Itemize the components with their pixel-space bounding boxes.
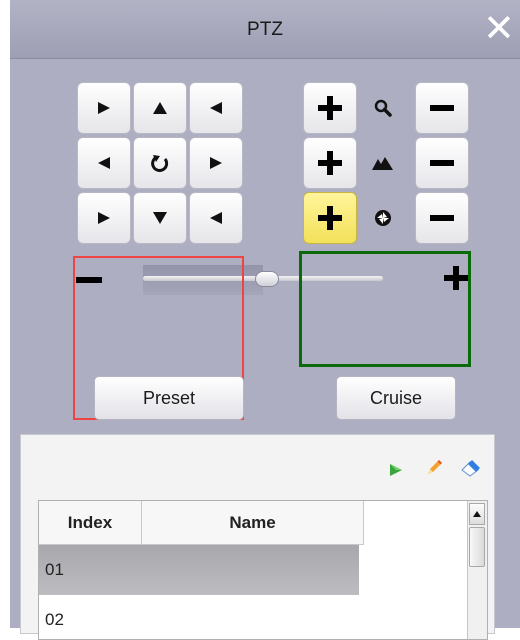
arrow-right-icon (210, 157, 222, 169)
iris-close-button[interactable] (415, 192, 469, 244)
focus-far-button[interactable] (415, 137, 469, 189)
column-header-name[interactable]: Name (142, 501, 364, 545)
table-row[interactable]: 01 (39, 545, 359, 595)
arrow-down-icon (153, 212, 167, 224)
arrow-up-left-icon (98, 102, 110, 114)
arrow-down-right-icon (210, 212, 222, 224)
title-bar: PTZ (10, 0, 520, 59)
focus-near-button[interactable] (303, 137, 357, 189)
arrow-left-icon (98, 157, 110, 169)
minus-icon (430, 160, 454, 166)
arrow-up-icon (153, 102, 167, 114)
plus-icon (318, 151, 342, 175)
arrow-up-right-icon (210, 102, 222, 114)
aperture-icon (358, 192, 408, 244)
arrow-down-left-icon (98, 212, 110, 224)
window-title: PTZ (247, 19, 283, 40)
zoom-out-button[interactable] (415, 82, 469, 134)
auto-rotate-button[interactable] (133, 137, 187, 189)
pan-up-left-button[interactable] (77, 82, 131, 134)
iris-open-button[interactable] (303, 192, 357, 244)
scroll-thumb[interactable] (469, 527, 485, 567)
pan-up-right-button[interactable] (189, 82, 243, 134)
green-annotation-box (299, 251, 471, 367)
rotate-icon (151, 155, 169, 172)
minus-icon (430, 105, 454, 111)
plus-icon (318, 96, 342, 120)
preset-tab-button[interactable]: Preset (94, 376, 244, 420)
row-index: 01 (45, 560, 64, 579)
preset-table: Index Name 01 02 (38, 500, 488, 640)
cruise-tab-button[interactable]: Cruise (336, 376, 456, 420)
pan-down-left-button[interactable] (77, 192, 131, 244)
arrow-up-icon (473, 511, 481, 517)
mountain-icon (358, 137, 408, 189)
table-row[interactable]: 02 (39, 595, 359, 639)
vertical-scrollbar[interactable] (467, 501, 487, 639)
zoom-in-button[interactable] (303, 82, 357, 134)
column-header-index[interactable]: Index (39, 501, 142, 545)
magnifier-icon (358, 82, 408, 134)
slider-thumb[interactable] (255, 271, 279, 287)
edit-pencil-icon[interactable] (424, 458, 444, 483)
pan-left-button[interactable] (77, 137, 131, 189)
eraser-icon[interactable] (460, 458, 482, 483)
minus-icon (430, 215, 454, 221)
pan-down-right-button[interactable] (189, 192, 243, 244)
play-icon[interactable] (388, 462, 404, 483)
pan-down-button[interactable] (133, 192, 187, 244)
close-button[interactable]: ✕ (483, 6, 515, 50)
scroll-up-button[interactable] (469, 503, 485, 525)
row-index: 02 (45, 610, 64, 629)
plus-icon (318, 206, 342, 230)
pan-right-button[interactable] (189, 137, 243, 189)
pan-up-button[interactable] (133, 82, 187, 134)
